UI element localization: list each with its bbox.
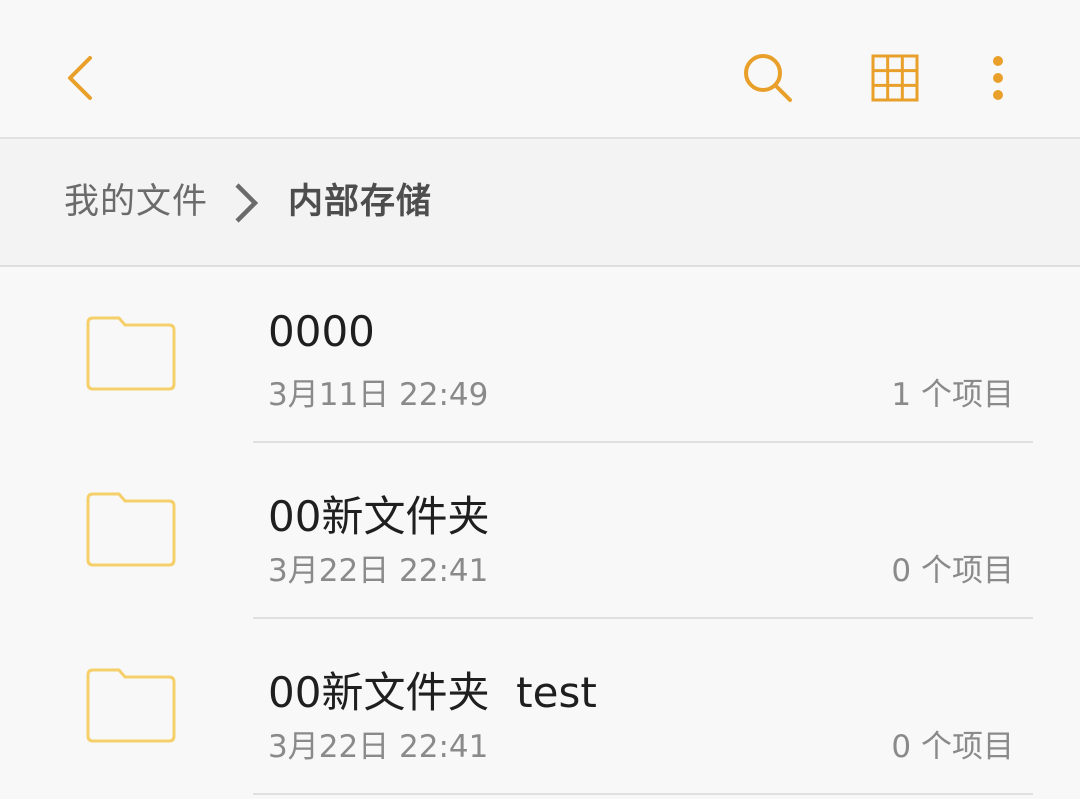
file-date: 3月22日 22:41	[268, 553, 489, 589]
item-count: 0 个项目	[891, 553, 1014, 589]
more-options-button[interactable]	[966, 38, 1030, 118]
chevron-right-icon	[235, 183, 259, 223]
breadcrumb-current: 内部存储	[288, 182, 433, 222]
item-count: 0 个项目	[891, 729, 1014, 765]
top-toolbar	[0, 0, 1080, 139]
file-name: 0000	[268, 307, 375, 356]
divider	[253, 793, 1033, 795]
file-list: 0000 3月11日 22:49 1 个项目 00新文件夹 3月22日 22:4…	[0, 267, 1080, 795]
breadcrumb-root[interactable]: 我的文件	[64, 139, 208, 265]
item-count: 1 个项目	[891, 377, 1014, 413]
file-date: 3月22日 22:41	[268, 729, 489, 765]
back-arrow-icon	[68, 56, 92, 100]
list-item[interactable]: 00新文件夹 3月22日 22:41 0 个项目	[0, 443, 1080, 619]
grid-view-button[interactable]	[855, 38, 935, 118]
file-name: 00新文件夹	[268, 492, 490, 541]
list-item[interactable]: 0000 3月11日 22:49 1 个项目	[0, 267, 1080, 443]
grid-view-icon	[871, 54, 919, 102]
folder-icon	[86, 668, 176, 743]
search-button[interactable]	[728, 38, 808, 118]
more-options-icon	[993, 56, 1003, 100]
back-button[interactable]	[44, 38, 116, 118]
list-item[interactable]: 00新文件夹 test 3月22日 22:41 0 个项目	[0, 619, 1080, 795]
file-name: 00新文件夹 test	[268, 668, 597, 717]
folder-icon	[86, 492, 176, 567]
folder-icon	[86, 316, 176, 391]
breadcrumb: 我的文件 内部存储	[0, 139, 1080, 267]
search-icon	[744, 54, 792, 102]
file-date: 3月11日 22:49	[268, 377, 489, 413]
